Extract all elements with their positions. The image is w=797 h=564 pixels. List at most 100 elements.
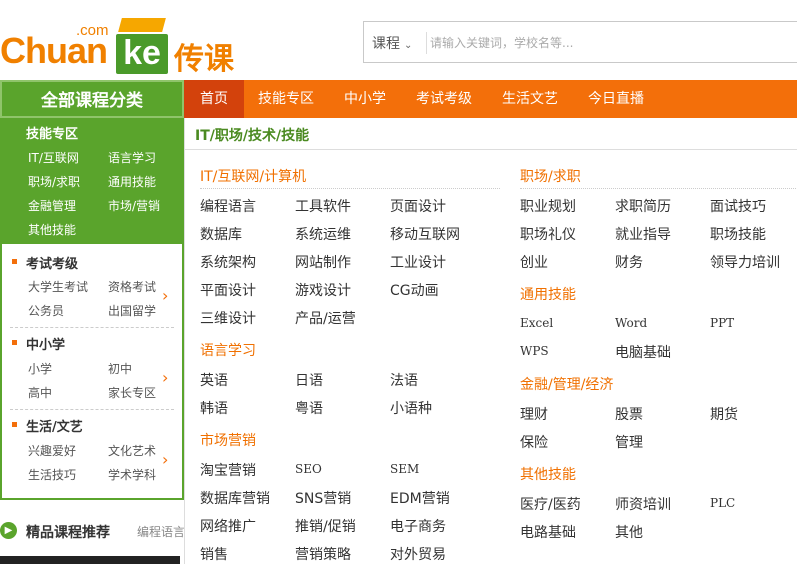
nav-item-k12[interactable]: 中小学 <box>344 80 386 118</box>
panel-link[interactable]: 电子商务 <box>390 516 446 536</box>
sidebar-link[interactable]: 通用技能 <box>108 173 156 190</box>
panel-link[interactable]: 数据库 <box>200 224 242 244</box>
sidebar-link[interactable]: 文化艺术 <box>108 442 156 459</box>
panel-link[interactable]: 期货 <box>710 404 738 424</box>
panel-link[interactable]: 销售 <box>200 544 228 564</box>
sidebar-title-skills[interactable]: 技能专区 <box>26 123 78 142</box>
panel-link[interactable]: 保险 <box>520 432 548 452</box>
panel-link[interactable]: 就业指导 <box>615 224 671 244</box>
panel-link[interactable]: 网站制作 <box>295 252 351 272</box>
chevron-right-icon[interactable]: › <box>162 286 168 305</box>
panel-link[interactable]: SEO <box>295 462 322 476</box>
panel-link[interactable]: 理财 <box>520 404 548 424</box>
panel-link[interactable]: 其他 <box>615 522 643 542</box>
panel-category-title[interactable]: 其他技能 <box>520 464 576 484</box>
chevron-right-icon[interactable]: › <box>162 450 168 469</box>
panel-link[interactable]: EDM营销 <box>390 488 450 508</box>
sidebar-title-life[interactable]: 生活/文艺 <box>26 416 83 435</box>
sidebar-link[interactable]: 初中 <box>108 360 132 377</box>
panel-category-title[interactable]: 语言学习 <box>200 340 256 360</box>
search-input[interactable]: 请输入关键词，学校名等... <box>430 34 573 51</box>
sidebar-link[interactable]: 生活技巧 <box>28 466 76 483</box>
panel-link[interactable]: 英语 <box>200 370 228 390</box>
sidebar-link[interactable]: 其他技能 <box>28 221 76 238</box>
sidebar-link[interactable]: 市场/营销 <box>108 197 160 214</box>
panel-link[interactable]: 对外贸易 <box>390 544 446 564</box>
panel-link[interactable]: 创业 <box>520 252 548 272</box>
sidebar-link[interactable]: 出国留学 <box>108 302 156 319</box>
panel-link[interactable]: PPT <box>710 316 734 330</box>
chevron-right-icon[interactable]: › <box>162 368 168 387</box>
sidebar-link[interactable]: 语言学习 <box>108 149 156 166</box>
nav-item-home[interactable]: 首页 <box>184 80 244 118</box>
panel-link[interactable]: 小语种 <box>390 398 432 418</box>
panel-category-title[interactable]: 市场营销 <box>200 430 256 450</box>
nav-item-exam[interactable]: 考试考级 <box>416 80 472 118</box>
panel-link[interactable]: 管理 <box>615 432 643 452</box>
sidebar-link[interactable]: 高中 <box>28 384 52 401</box>
sidebar-link[interactable]: 小学 <box>28 360 52 377</box>
nav-item-live[interactable]: 今日直播 <box>588 80 644 118</box>
panel-link[interactable]: PLC <box>710 496 735 510</box>
nav-item-skills[interactable]: 技能专区 <box>258 80 314 118</box>
panel-link[interactable]: SEM <box>390 462 419 476</box>
panel-link[interactable]: 网络推广 <box>200 516 256 536</box>
panel-link[interactable]: CG动画 <box>390 280 439 300</box>
panel-link[interactable]: 财务 <box>615 252 643 272</box>
panel-link[interactable]: 电脑基础 <box>615 342 671 362</box>
panel-link[interactable]: 数据库营销 <box>200 488 270 508</box>
panel-link[interactable]: 工具软件 <box>295 196 351 216</box>
panel-link[interactable]: 医疗/医药 <box>520 494 581 514</box>
panel-link[interactable]: 电路基础 <box>520 522 576 542</box>
sidebar-title-exam[interactable]: 考试考级 <box>26 253 78 272</box>
sidebar-link[interactable]: 学术学科 <box>108 466 156 483</box>
sidebar-link[interactable]: 家长专区 <box>108 384 156 401</box>
panel-link[interactable]: 股票 <box>615 404 643 424</box>
panel-link[interactable]: 营销策略 <box>295 544 351 564</box>
sidebar-link[interactable]: 职场/求职 <box>28 173 80 190</box>
sidebar-link[interactable]: 兴趣爱好 <box>28 442 76 459</box>
panel-link[interactable]: 日语 <box>295 370 323 390</box>
nav-item-life[interactable]: 生活文艺 <box>502 80 558 118</box>
sidebar-link[interactable]: IT/互联网 <box>28 149 79 166</box>
panel-link[interactable]: Excel <box>520 316 553 330</box>
panel-link[interactable]: 师资培训 <box>615 494 671 514</box>
panel-link[interactable]: 粤语 <box>295 398 323 418</box>
panel-link[interactable]: 页面设计 <box>390 196 446 216</box>
panel-link[interactable]: 淘宝营销 <box>200 460 256 480</box>
panel-link[interactable]: 推销/促销 <box>295 516 356 536</box>
panel-link[interactable]: 系统运维 <box>295 224 351 244</box>
panel-link[interactable]: SNS营销 <box>295 488 351 508</box>
panel-link[interactable]: 面试技巧 <box>710 196 766 216</box>
panel-link[interactable]: 产品/运营 <box>295 308 356 328</box>
all-categories-button[interactable]: 全部课程分类 <box>0 80 184 118</box>
panel-link[interactable]: WPS <box>520 344 549 358</box>
panel-link[interactable]: 领导力培训 <box>710 252 780 272</box>
panel-link[interactable]: 韩语 <box>200 398 228 418</box>
search-type-select[interactable]: 课程 ⌄ <box>372 33 412 53</box>
panel-link[interactable]: 平面设计 <box>200 280 256 300</box>
panel-link[interactable]: 职场礼仪 <box>520 224 576 244</box>
panel-link[interactable]: 移动互联网 <box>390 224 460 244</box>
panel-link[interactable]: 系统架构 <box>200 252 256 272</box>
panel-link[interactable]: 法语 <box>390 370 418 390</box>
sidebar-link[interactable]: 金融管理 <box>28 197 76 214</box>
panel-link[interactable]: 求职简历 <box>615 196 671 216</box>
sidebar-link[interactable]: 公务员 <box>28 302 64 319</box>
panel-link[interactable]: Word <box>615 316 647 330</box>
panel-link[interactable]: 工业设计 <box>390 252 446 272</box>
sidebar-title-k12[interactable]: 中小学 <box>26 334 65 353</box>
panel-category-title[interactable]: 职场/求职 <box>520 166 581 186</box>
panel-category-title[interactable]: IT/互联网/计算机 <box>200 166 306 186</box>
panel-divider <box>185 149 797 150</box>
panel-category-title[interactable]: 金融/管理/经济 <box>520 374 613 394</box>
recommend-tab[interactable]: 编程语言 <box>137 523 185 540</box>
panel-link[interactable]: 三维设计 <box>200 308 256 328</box>
panel-link[interactable]: 职业规划 <box>520 196 576 216</box>
sidebar-link[interactable]: 大学生考试 <box>28 278 88 295</box>
panel-link[interactable]: 职场技能 <box>710 224 766 244</box>
panel-category-title[interactable]: 通用技能 <box>520 284 576 304</box>
panel-link[interactable]: 游戏设计 <box>295 280 351 300</box>
panel-link[interactable]: 编程语言 <box>200 196 256 216</box>
sidebar-link[interactable]: 资格考试 <box>108 278 156 295</box>
